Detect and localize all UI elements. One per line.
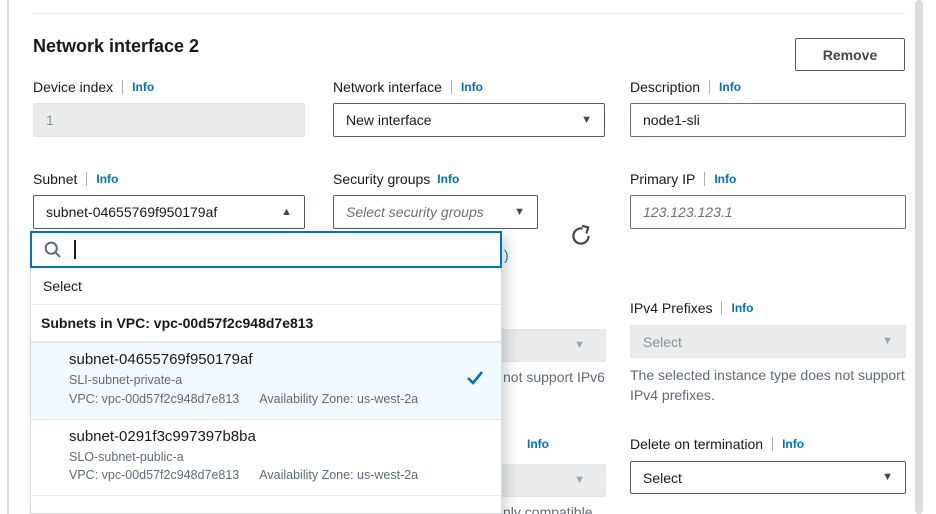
ipv4-prefixes-value: Select [643, 334, 682, 350]
subnet-info-link[interactable]: Info [96, 172, 118, 186]
ipv4-prefixes-select-disabled: Select ▼ [630, 325, 906, 358]
subnet-option-az: Availability Zone: us-west-2a [259, 466, 418, 485]
primary-ip-label: Primary IP [630, 171, 695, 187]
subnet-option-vpc: VPC: vpc-00d57f2c948d7e813 [69, 390, 239, 409]
page-title: Network interface 2 [33, 36, 199, 57]
delete-on-termination-select[interactable]: Select ▼ [630, 461, 906, 494]
device-index-field: Device index Info 1 [33, 79, 305, 137]
network-interface-select[interactable]: New interface ▼ [333, 103, 605, 137]
subnet-option-id: subnet-04655769f950179af [69, 351, 489, 368]
device-index-input: 1 [33, 103, 305, 137]
ipv4-prefixes-helper: The selected instance type does not supp… [630, 365, 906, 405]
subnet-option-name: SLI-subnet-private-a [69, 371, 489, 390]
network-interface-field: Network interface Info New interface ▼ [333, 79, 605, 137]
dropdown-option-select[interactable]: Select [31, 268, 501, 305]
label-divider [709, 80, 710, 94]
subnet-option-vpc: VPC: vpc-00d57f2c948d7e813 [69, 466, 239, 485]
subnet-field: Subnet Info subnet-04655769f950179af ▲ [33, 171, 305, 229]
label-divider [122, 80, 123, 94]
subnet-select[interactable]: subnet-04655769f950179af ▲ [33, 195, 305, 229]
label-divider [451, 80, 452, 94]
description-info-link[interactable]: Info [719, 80, 741, 94]
delete-on-termination-info-link[interactable]: Info [782, 437, 804, 451]
delete-on-termination-value: Select [643, 470, 682, 486]
remove-button[interactable]: Remove [795, 38, 905, 71]
chevron-down-icon: ▼ [574, 475, 585, 486]
subnet-value: subnet-04655769f950179af [46, 204, 217, 220]
security-groups-placeholder: Select security groups [346, 204, 484, 220]
left-panel-divider [7, 0, 9, 514]
ipv4-prefixes-field: IPv4 Prefixes Info Select ▼ The selected… [630, 300, 906, 405]
network-interface-label: Network interface [333, 79, 442, 95]
label-divider [721, 301, 722, 315]
security-groups-field: Security groups Info Select security gro… [333, 171, 538, 229]
vertical-scrollbar[interactable] [915, 0, 923, 514]
description-input-wrap [630, 103, 906, 137]
selected-check-icon [465, 369, 485, 392]
bottom-helper-fragment: nly compatible [503, 503, 593, 514]
refresh-icon [569, 236, 593, 251]
dropdown-group-label: Subnets in VPC: vpc-00d57f2c948d7e813 [31, 305, 501, 342]
text-cursor [74, 240, 76, 259]
security-groups-select[interactable]: Select security groups ▼ [333, 195, 538, 229]
chevron-down-icon: ▼ [514, 207, 525, 218]
subnet-dropdown-panel: Select Subnets in VPC: vpc-00d57f2c948d7… [30, 231, 502, 514]
search-icon [43, 240, 63, 260]
section-divider [33, 13, 905, 14]
security-groups-label: Security groups [333, 171, 430, 187]
subnet-option-name: SLO-subnet-public-a [69, 448, 489, 467]
description-label: Description [630, 79, 700, 95]
network-interface-panel: Network interface 2 Remove Device index … [0, 0, 936, 514]
hidden-link-fragment: ) [504, 246, 509, 264]
subnet-option-az: Availability Zone: us-west-2a [259, 390, 418, 409]
device-index-value: 1 [46, 112, 54, 128]
label-divider [704, 172, 705, 186]
subnet-dropdown-list: Select Subnets in VPC: vpc-00d57f2c948d7… [30, 268, 502, 514]
description-field: Description Info [630, 79, 906, 137]
primary-ip-input-wrap [630, 195, 906, 229]
label-divider [86, 172, 87, 186]
delete-on-termination-field: Delete on termination Info Select ▼ [630, 436, 906, 494]
refresh-button[interactable] [568, 224, 594, 250]
primary-ip-input[interactable] [643, 196, 893, 228]
chevron-up-icon: ▲ [281, 207, 292, 218]
subnet-label: Subnet [33, 171, 77, 187]
ipv4-prefixes-info-link[interactable]: Info [731, 301, 753, 315]
hidden-field-info-link[interactable]: Info [527, 437, 549, 451]
subnet-option-1[interactable]: subnet-04655769f950179af SLI-subnet-priv… [31, 342, 501, 420]
ipv6-helper-fragment: not support IPv6 [503, 368, 605, 386]
chevron-down-icon: ▼ [882, 472, 893, 483]
chevron-down-icon: ▼ [882, 336, 893, 347]
description-input[interactable] [643, 104, 893, 136]
device-index-info-link[interactable]: Info [132, 80, 154, 94]
primary-ip-field: Primary IP Info [630, 171, 906, 229]
network-interface-info-link[interactable]: Info [461, 80, 483, 94]
delete-on-termination-label: Delete on termination [630, 436, 763, 452]
primary-ip-info-link[interactable]: Info [714, 172, 736, 186]
ipv4-prefixes-label: IPv4 Prefixes [630, 300, 712, 316]
network-interface-value: New interface [346, 112, 432, 128]
device-index-label: Device index [33, 79, 113, 95]
subnet-search-box[interactable] [30, 231, 502, 268]
subnet-option-id: subnet-0291f3c997397b8ba [69, 428, 489, 445]
chevron-down-icon: ▼ [581, 115, 592, 126]
subnet-option-2[interactable]: subnet-0291f3c997397b8ba SLO-subnet-publ… [31, 420, 501, 497]
label-divider [772, 437, 773, 451]
security-groups-info-link[interactable]: Info [437, 172, 459, 186]
chevron-down-icon: ▼ [574, 340, 585, 351]
